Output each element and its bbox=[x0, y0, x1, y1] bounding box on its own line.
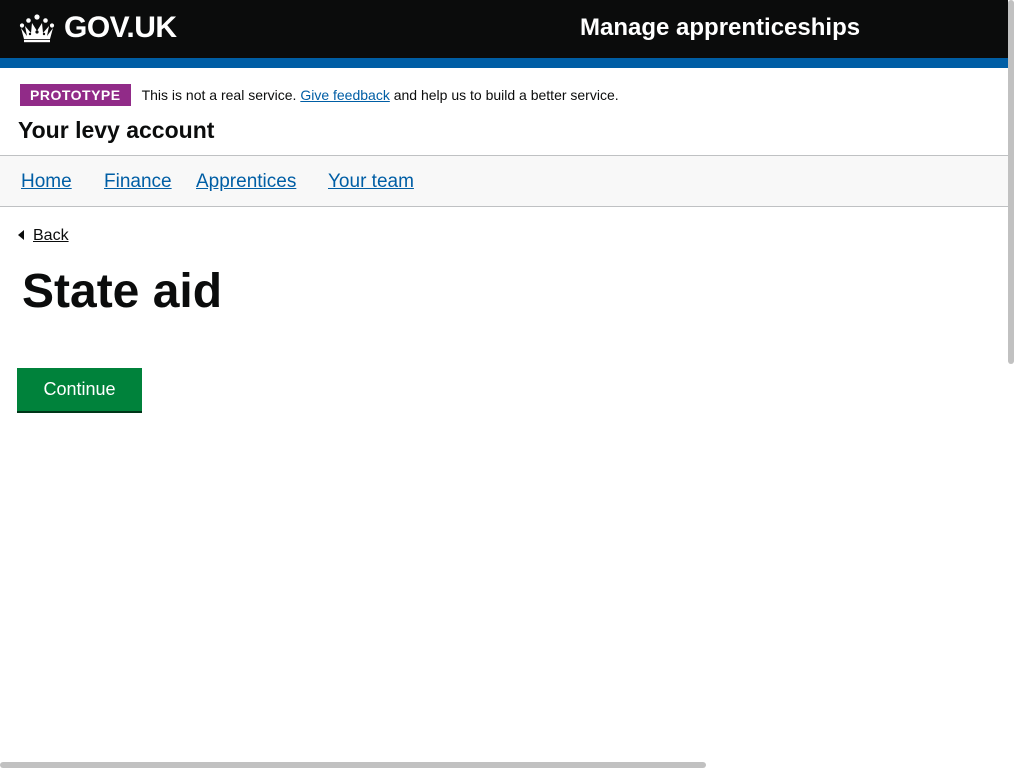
header-stripe bbox=[0, 58, 1008, 68]
nav-item-your-team[interactable]: Your team bbox=[328, 171, 414, 193]
give-feedback-link[interactable]: Give feedback bbox=[300, 87, 390, 103]
main-navigation: Home Finance Apprentices Your team bbox=[0, 155, 1008, 207]
phase-text-before: This is not a real service. bbox=[141, 87, 297, 103]
back-link-label: Back bbox=[33, 227, 69, 244]
crown-icon bbox=[19, 14, 55, 43]
horizontal-scrollbar[interactable] bbox=[0, 762, 1008, 768]
logo-text: GOV.UK bbox=[64, 11, 177, 44]
continue-button[interactable]: Continue bbox=[17, 368, 142, 411]
nav-item-home[interactable]: Home bbox=[21, 171, 72, 193]
header: GOV.UK Manage apprenticeships bbox=[0, 0, 1008, 58]
service-name-link[interactable]: Manage apprenticeships bbox=[580, 14, 860, 42]
phase-banner: PROTOTYPE This is not a real service. Gi… bbox=[20, 84, 619, 106]
vertical-scrollbar[interactable] bbox=[1008, 0, 1014, 768]
page: GOV.UK Manage apprenticeships PROTOTYPE … bbox=[0, 0, 1014, 768]
phase-text-after: and help us to build a better service. bbox=[393, 87, 619, 103]
nav-item-finance[interactable]: Finance bbox=[104, 171, 172, 193]
horizontal-scrollbar-thumb[interactable] bbox=[0, 762, 706, 768]
back-link[interactable]: Back bbox=[18, 227, 69, 245]
phase-tag: PROTOTYPE bbox=[20, 84, 131, 106]
govuk-logo-link[interactable]: GOV.UK bbox=[18, 10, 177, 46]
phase-text: This is not a real service. Give feedbac… bbox=[142, 87, 619, 103]
vertical-scrollbar-thumb[interactable] bbox=[1008, 0, 1014, 364]
back-arrow-icon bbox=[18, 230, 24, 240]
page-title: State aid bbox=[22, 265, 223, 318]
account-title: Your levy account bbox=[18, 117, 215, 143]
nav-item-apprentices[interactable]: Apprentices bbox=[196, 171, 296, 193]
